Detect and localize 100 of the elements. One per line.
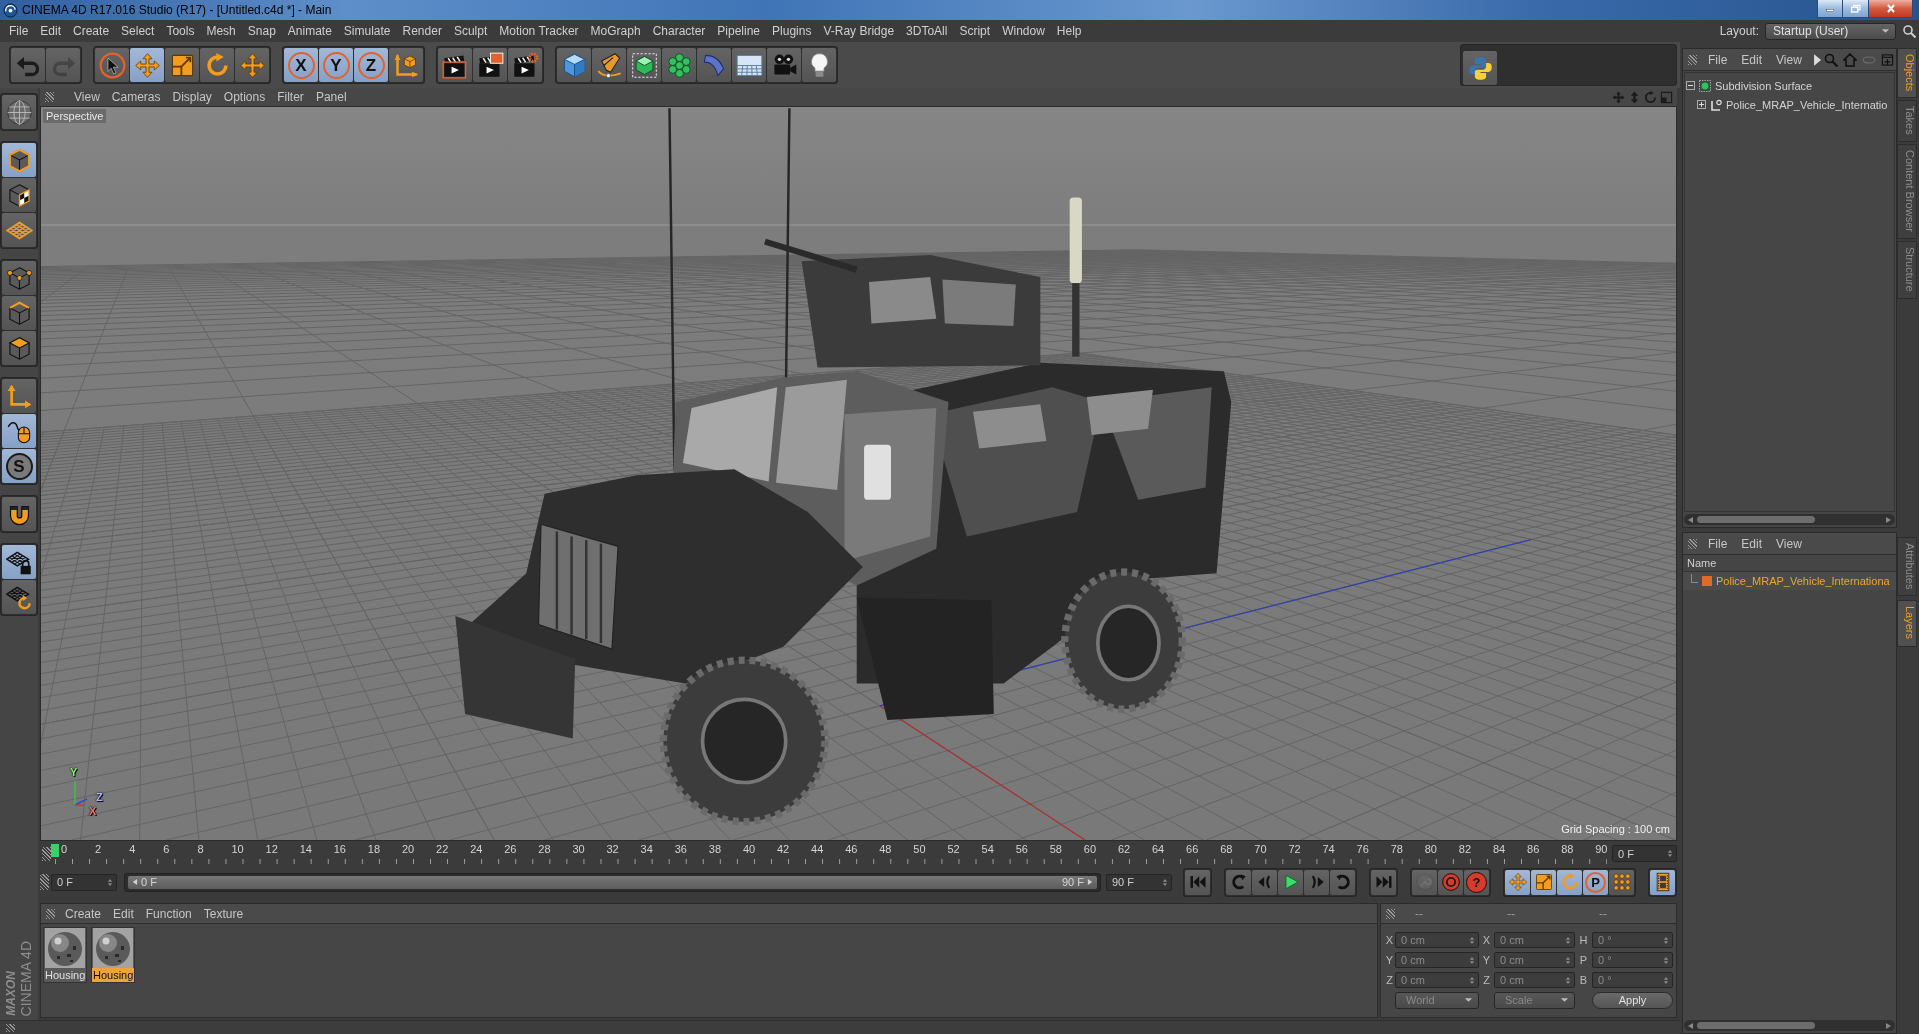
menu-item[interactable]: Select [115, 24, 161, 38]
scroll-thumb[interactable] [1697, 516, 1815, 523]
coordinate-field[interactable]: 0 cm [1494, 952, 1575, 968]
close-button[interactable] [1869, 0, 1913, 18]
menu-item[interactable]: Animate [281, 24, 338, 38]
menu-item[interactable]: Character [646, 24, 712, 38]
spin-arrows-icon[interactable] [1565, 975, 1571, 985]
render-view-button[interactable] [438, 48, 472, 82]
timeline-ruler[interactable]: 0 2 4 6 8 10 12 14 16 18 20 22 24 26 28 30 32 34 36 38 40 42 44 46 48 50 52 54 56 58 60 62 64 66 68 70 72 74 76 78 80 82 84 86 88 90 [51, 843, 1608, 864]
spin-arrows-icon[interactable] [107, 877, 113, 887]
coordinate-field[interactable]: 0 cm [1395, 952, 1479, 968]
rotate-arrow-icon[interactable] [1644, 90, 1657, 104]
menu-item[interactable]: MoGraph [584, 24, 647, 38]
coordinate-field[interactable]: 0 ° [1592, 952, 1673, 968]
menu-item[interactable]: View [1769, 536, 1809, 551]
grip-icon[interactable] [1386, 908, 1395, 919]
rotation-key-button[interactable] [1557, 869, 1582, 895]
side-tab[interactable]: Attributes [1897, 537, 1917, 597]
maximize-icon[interactable] [1660, 90, 1673, 104]
playhead-marker[interactable] [51, 844, 59, 857]
spin-arrows-icon[interactable] [1469, 935, 1475, 945]
edges-mode-button[interactable] [2, 296, 36, 330]
menu-item[interactable]: Create [67, 24, 116, 38]
scale-tool-button[interactable] [165, 48, 199, 82]
menu-item[interactable]: File [1701, 52, 1735, 67]
previous-key-button[interactable] [1226, 869, 1251, 895]
locked-workplane-button[interactable] [2, 545, 36, 579]
spin-arrows-icon[interactable] [1469, 975, 1475, 985]
menu-item[interactable]: File [1701, 536, 1735, 551]
layout-dropdown[interactable]: Startup (User) [1765, 22, 1896, 40]
move-arrows-icon[interactable] [1612, 90, 1625, 104]
restore-button[interactable] [1843, 0, 1869, 18]
triangle-right-icon[interactable] [1885, 1021, 1892, 1030]
coordinate-field[interactable]: 0 cm [1494, 932, 1575, 948]
spin-arrows-icon[interactable] [1663, 975, 1669, 985]
menu-item[interactable]: Options [217, 90, 272, 104]
deformer-button[interactable] [697, 48, 731, 82]
point-level-button[interactable] [1609, 869, 1634, 895]
menu-item[interactable]: Render [396, 24, 448, 38]
minus-box-icon[interactable] [1686, 81, 1695, 90]
plus-box-icon[interactable] [1697, 100, 1706, 109]
menu-item[interactable]: Plugins [766, 24, 818, 38]
polygons-mode-button[interactable] [2, 331, 36, 365]
spin-arrows-icon[interactable] [1663, 955, 1669, 965]
menu-item[interactable]: Simulate [337, 24, 397, 38]
end-frame-field[interactable]: 90 F [1106, 873, 1172, 891]
scale-key-button[interactable] [1531, 869, 1556, 895]
rotate-tool-button[interactable] [200, 48, 234, 82]
next-key-button[interactable] [1330, 869, 1355, 895]
menu-item[interactable]: Snap [241, 24, 282, 38]
planar-workplane-button[interactable] [2, 580, 36, 614]
triangle-left-icon[interactable] [1687, 515, 1694, 524]
live-selection-button[interactable] [95, 48, 129, 82]
points-mode-button[interactable] [2, 261, 36, 295]
search-icon[interactable] [1902, 24, 1916, 38]
coordinate-field[interactable]: 0 ° [1592, 932, 1673, 948]
grip-icon[interactable] [1688, 538, 1697, 549]
spin-arrows-icon[interactable] [1162, 877, 1168, 887]
menu-item[interactable]: Panel [309, 90, 353, 104]
tweak-mode-button[interactable] [2, 414, 36, 448]
grip-icon[interactable] [40, 874, 49, 890]
menu-item[interactable]: File [3, 24, 35, 38]
floor-button[interactable] [732, 48, 766, 82]
axis-lock-button[interactable]: Z [354, 48, 388, 82]
coordinate-field[interactable]: 0 cm [1494, 972, 1575, 988]
texture-mode-button[interactable] [2, 178, 36, 212]
menu-item[interactable]: Window [996, 24, 1051, 38]
color-swatch-icon[interactable] [1702, 576, 1712, 586]
start-frame-field[interactable]: 0 F [51, 873, 117, 891]
spin-arrows-icon[interactable] [1663, 935, 1669, 945]
coordinate-field[interactable]: 0 cm [1395, 972, 1479, 988]
axis-lock-button[interactable]: Y [319, 48, 353, 82]
undo-button[interactable] [11, 48, 45, 82]
menu-item[interactable]: Motion Tracker [493, 24, 585, 38]
menu-item[interactable]: Sculpt [447, 24, 494, 38]
scrollbar[interactable] [1684, 1020, 1895, 1031]
grip-icon[interactable] [6, 1023, 15, 1032]
menu-item[interactable]: Texture [197, 906, 250, 921]
model-mode-button[interactable] [2, 143, 36, 177]
previous-frame-button[interactable] [1252, 869, 1277, 895]
scrollbar[interactable] [1684, 514, 1895, 525]
grip-icon[interactable] [45, 92, 54, 102]
autokey-button[interactable] [1438, 869, 1463, 895]
play-button[interactable] [1278, 869, 1303, 895]
last-tool-button[interactable] [235, 48, 269, 82]
menu-item[interactable]: Display [166, 90, 218, 104]
pen-tool-button[interactable] [592, 48, 626, 82]
coordinate-field[interactable]: 0 cm [1395, 932, 1479, 948]
position-key-button[interactable] [1505, 869, 1530, 895]
menu-item[interactable]: Help [1050, 24, 1088, 38]
object-name[interactable]: Police_MRAP_Vehicle_Internatio [1726, 98, 1888, 111]
light-button[interactable] [802, 48, 836, 82]
menu-item[interactable]: Mesh [200, 24, 242, 38]
grip-icon[interactable] [46, 908, 55, 919]
key-help-button[interactable]: ? [1464, 869, 1489, 895]
grip-icon[interactable] [42, 846, 51, 861]
menu-item[interactable]: View [68, 90, 106, 104]
side-tab[interactable]: Content Browser [1897, 144, 1917, 239]
spin-arrows-icon[interactable] [1667, 849, 1673, 858]
menu-item[interactable]: View [1769, 52, 1809, 67]
